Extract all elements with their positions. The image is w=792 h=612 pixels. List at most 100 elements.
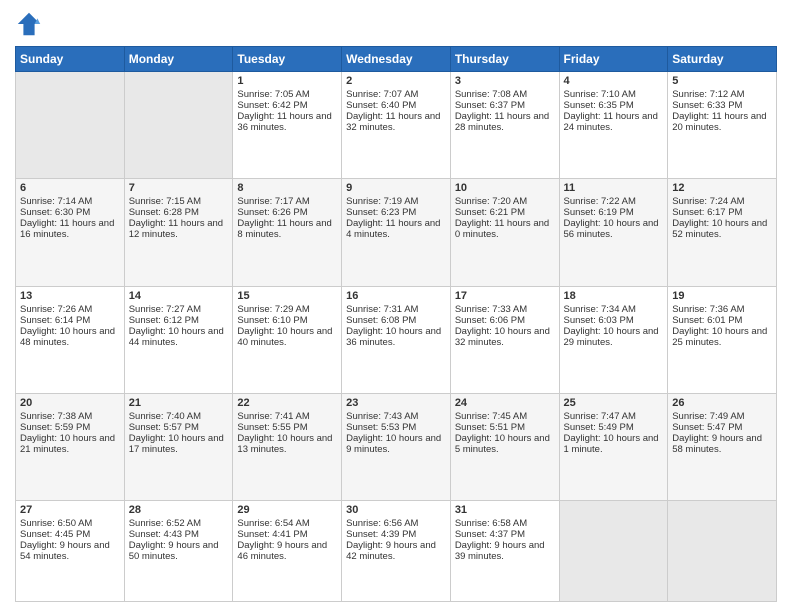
calendar-day-header: Sunday [16,47,125,72]
day-info: Daylight: 10 hours and 13 minutes. [237,433,337,455]
calendar-cell [16,72,125,179]
day-info: Daylight: 10 hours and 40 minutes. [237,326,337,348]
day-number: 3 [455,75,555,87]
logo [15,10,47,38]
day-info: Sunrise: 7:05 AM [237,89,337,100]
day-info: Sunrise: 7:10 AM [564,89,664,100]
day-info: Sunrise: 7:29 AM [237,304,337,315]
day-info: Daylight: 10 hours and 52 minutes. [672,218,772,240]
day-info: Daylight: 10 hours and 17 minutes. [129,433,229,455]
day-info: Daylight: 9 hours and 46 minutes. [237,540,337,562]
day-info: Sunset: 6:19 PM [564,207,664,218]
day-number: 16 [346,290,446,302]
calendar-cell: 14Sunrise: 7:27 AMSunset: 6:12 PMDayligh… [124,286,233,393]
day-number: 15 [237,290,337,302]
calendar-cell: 26Sunrise: 7:49 AMSunset: 5:47 PMDayligh… [668,393,777,500]
day-info: Daylight: 10 hours and 44 minutes. [129,326,229,348]
day-number: 5 [672,75,772,87]
calendar-cell: 29Sunrise: 6:54 AMSunset: 4:41 PMDayligh… [233,501,342,602]
day-number: 24 [455,397,555,409]
day-info: Daylight: 9 hours and 39 minutes. [455,540,555,562]
day-info: Daylight: 9 hours and 58 minutes. [672,433,772,455]
day-number: 27 [20,504,120,516]
day-info: Daylight: 10 hours and 1 minute. [564,433,664,455]
day-info: Daylight: 10 hours and 32 minutes. [455,326,555,348]
calendar-cell: 21Sunrise: 7:40 AMSunset: 5:57 PMDayligh… [124,393,233,500]
day-info: Sunrise: 6:52 AM [129,518,229,529]
day-info: Daylight: 11 hours and 24 minutes. [564,111,664,133]
calendar-week-row: 6Sunrise: 7:14 AMSunset: 6:30 PMDaylight… [16,179,777,286]
day-info: Sunrise: 7:08 AM [455,89,555,100]
day-number: 28 [129,504,229,516]
day-info: Daylight: 10 hours and 9 minutes. [346,433,446,455]
day-info: Sunrise: 7:38 AM [20,411,120,422]
day-info: Daylight: 10 hours and 36 minutes. [346,326,446,348]
day-info: Sunrise: 7:12 AM [672,89,772,100]
day-info: Sunrise: 7:14 AM [20,196,120,207]
day-number: 7 [129,182,229,194]
calendar-cell [559,501,668,602]
day-number: 6 [20,182,120,194]
calendar-day-header: Friday [559,47,668,72]
day-info: Sunset: 6:23 PM [346,207,446,218]
day-number: 2 [346,75,446,87]
calendar-cell: 18Sunrise: 7:34 AMSunset: 6:03 PMDayligh… [559,286,668,393]
day-info: Daylight: 10 hours and 29 minutes. [564,326,664,348]
day-info: Daylight: 11 hours and 16 minutes. [20,218,120,240]
day-number: 23 [346,397,446,409]
day-number: 30 [346,504,446,516]
day-info: Sunrise: 7:17 AM [237,196,337,207]
day-info: Sunset: 4:37 PM [455,529,555,540]
day-info: Sunset: 4:39 PM [346,529,446,540]
day-info: Daylight: 11 hours and 4 minutes. [346,218,446,240]
day-info: Sunrise: 7:27 AM [129,304,229,315]
day-info: Daylight: 10 hours and 56 minutes. [564,218,664,240]
day-number: 25 [564,397,664,409]
day-info: Sunrise: 7:31 AM [346,304,446,315]
day-info: Sunrise: 7:49 AM [672,411,772,422]
calendar-cell [124,72,233,179]
calendar-cell: 6 Sunrise: 7:14 AMSunset: 6:30 PMDaylight… [16,179,125,286]
calendar-week-row: 13Sunrise: 7:26 AMSunset: 6:14 PMDayligh… [16,286,777,393]
calendar-cell: 2Sunrise: 7:07 AMSunset: 6:40 PMDaylight… [342,72,451,179]
day-info: Sunset: 5:57 PM [129,422,229,433]
day-number: 26 [672,397,772,409]
calendar-cell: 17Sunrise: 7:33 AMSunset: 6:06 PMDayligh… [450,286,559,393]
day-info: Sunset: 6:30 PM [20,207,120,218]
day-info: Sunset: 6:06 PM [455,315,555,326]
day-info: Sunset: 6:28 PM [129,207,229,218]
calendar-week-row: 20Sunrise: 7:38 AMSunset: 5:59 PMDayligh… [16,393,777,500]
day-info: Sunset: 6:12 PM [129,315,229,326]
day-info: Daylight: 11 hours and 36 minutes. [237,111,337,133]
calendar-cell: 4Sunrise: 7:10 AMSunset: 6:35 PMDaylight… [559,72,668,179]
day-info: Sunset: 6:21 PM [455,207,555,218]
calendar-cell: 28Sunrise: 6:52 AMSunset: 4:43 PMDayligh… [124,501,233,602]
day-info: Sunset: 6:10 PM [237,315,337,326]
day-number: 19 [672,290,772,302]
calendar-cell: 1Sunrise: 7:05 AMSunset: 6:42 PMDaylight… [233,72,342,179]
day-info: Sunset: 6:26 PM [237,207,337,218]
day-info: Sunrise: 7:33 AM [455,304,555,315]
day-info: Sunset: 5:55 PM [237,422,337,433]
calendar-table: SundayMondayTuesdayWednesdayThursdayFrid… [15,46,777,602]
calendar-day-header: Tuesday [233,47,342,72]
day-info: Daylight: 9 hours and 42 minutes. [346,540,446,562]
calendar-cell: 15 Sunrise: 7:29 AMSunset: 6:10 PMDayligh… [233,286,342,393]
day-number: 18 [564,290,664,302]
day-info: Sunrise: 7:24 AM [672,196,772,207]
calendar-day-header: Wednesday [342,47,451,72]
calendar-cell: 22Sunrise: 7:41 AMSunset: 5:55 PMDayligh… [233,393,342,500]
day-number: 21 [129,397,229,409]
calendar-cell: 7Sunrise: 7:15 AMSunset: 6:28 PMDaylight… [124,179,233,286]
day-info: Sunrise: 7:20 AM [455,196,555,207]
day-info: Sunrise: 6:58 AM [455,518,555,529]
day-info: Sunset: 6:40 PM [346,100,446,111]
day-number: 12 [672,182,772,194]
calendar-cell [668,501,777,602]
day-info: Sunset: 5:59 PM [20,422,120,433]
day-info: Sunset: 6:08 PM [346,315,446,326]
day-number: 11 [564,182,664,194]
calendar-cell: 30Sunrise: 6:56 AMSunset: 4:39 PMDayligh… [342,501,451,602]
day-number: 8 [237,182,337,194]
day-info: Daylight: 10 hours and 48 minutes. [20,326,120,348]
